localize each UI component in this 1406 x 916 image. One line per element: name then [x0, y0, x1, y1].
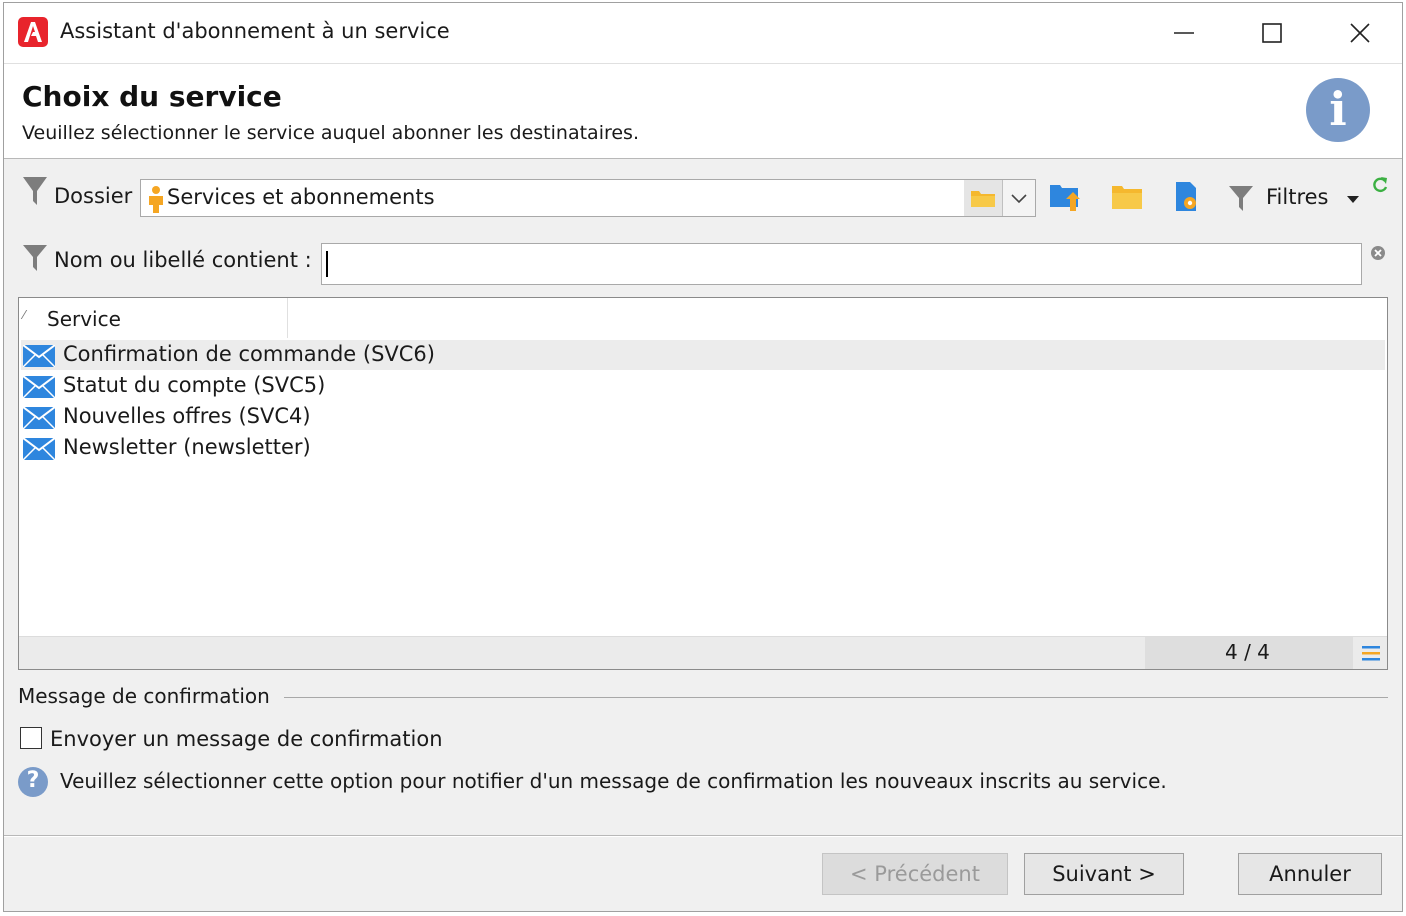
funnel-icon	[1229, 186, 1253, 211]
list-item-label: Nouvelles offres (SVC4)	[63, 404, 311, 428]
clear-icon[interactable]	[1370, 245, 1386, 261]
funnel-icon	[23, 177, 47, 205]
name-filter-input[interactable]	[321, 243, 1362, 285]
browse-folder-button[interactable]	[964, 180, 1002, 216]
help-icon: ?	[18, 767, 48, 797]
folder-settings-button[interactable]	[1170, 179, 1210, 219]
info-icon: i	[1306, 78, 1370, 142]
envelope-icon	[23, 376, 55, 398]
cancel-button[interactable]: Annuler	[1238, 853, 1382, 895]
filters-label: Filtres	[1266, 185, 1329, 209]
funnel-icon	[23, 245, 47, 271]
folder-value: Services et abonnements	[167, 185, 435, 209]
record-count-box: 4 / 4	[1145, 637, 1353, 669]
name-filter-label: Nom ou libellé contient :	[54, 248, 312, 272]
confirmation-section-title: Message de confirmation	[18, 684, 270, 708]
folder-dropdown-button[interactable]	[1002, 180, 1035, 216]
list-menu-icon[interactable]	[1361, 644, 1381, 662]
list-item[interactable]: Nouvelles offres (SVC4)	[21, 402, 1385, 432]
list-item[interactable]: Confirmation de commande (SVC6)	[21, 340, 1385, 370]
send-confirmation-label[interactable]: Envoyer un message de confirmation	[50, 727, 443, 751]
envelope-icon	[23, 345, 55, 367]
column-header-label: Service	[47, 307, 121, 331]
envelope-icon	[23, 438, 55, 460]
wizard-header: Choix du service Veuillez sélectionner l…	[4, 63, 1402, 159]
window-title: Assistant d'abonnement à un service	[60, 19, 450, 43]
service-list: ⁄ Service Confirmation de commande (SVC6…	[18, 297, 1388, 670]
folder-gear-icon	[1176, 182, 1196, 211]
parent-folder-button[interactable]	[1048, 179, 1088, 219]
page-subtitle: Veuillez sélectionner le service auquel …	[22, 122, 639, 144]
envelope-icon	[23, 407, 55, 429]
folder-up-icon	[1050, 185, 1080, 211]
caret-down-icon	[1347, 196, 1359, 203]
chevron-down-icon	[1011, 194, 1027, 204]
sort-icon: ⁄	[23, 308, 26, 322]
page-title: Choix du service	[22, 80, 282, 113]
list-item[interactable]: Newsletter (newsletter)	[21, 433, 1385, 463]
list-item-label: Confirmation de commande (SVC6)	[63, 342, 435, 366]
list-item-label: Newsletter (newsletter)	[63, 435, 311, 459]
column-header-service[interactable]: ⁄ Service	[19, 298, 288, 338]
text-caret	[326, 251, 328, 277]
previous-button[interactable]: < Précédent	[822, 853, 1008, 895]
list-item-label: Statut du compte (SVC5)	[63, 373, 326, 397]
maximize-button[interactable]	[1228, 3, 1316, 63]
record-count: 4 / 4	[1225, 640, 1270, 664]
adobe-logo-icon	[18, 17, 48, 47]
title-bar: Assistant d'abonnement à un service	[4, 3, 1402, 63]
subscription-wizard-window: Assistant d'abonnement à un service Choi…	[3, 2, 1403, 912]
next-button[interactable]: Suivant >	[1024, 853, 1184, 895]
folder-combobox[interactable]: Services et abonnements	[140, 179, 1036, 217]
send-confirmation-checkbox[interactable]	[20, 727, 42, 749]
folder-icon	[1112, 186, 1142, 209]
folder-icon	[971, 191, 995, 207]
refresh-icon[interactable]	[1370, 175, 1390, 195]
folder-label: Dossier :	[54, 184, 147, 208]
help-text: Veuillez sélectionner cette option pour …	[60, 769, 1167, 793]
list-footer: 4 / 4	[19, 636, 1387, 669]
list-item[interactable]: Statut du compte (SVC5)	[21, 371, 1385, 401]
person-icon	[149, 186, 163, 213]
section-divider	[284, 697, 1388, 698]
open-folder-button[interactable]	[1110, 179, 1150, 219]
close-button[interactable]	[1316, 3, 1402, 63]
minimize-button[interactable]	[1140, 3, 1228, 63]
